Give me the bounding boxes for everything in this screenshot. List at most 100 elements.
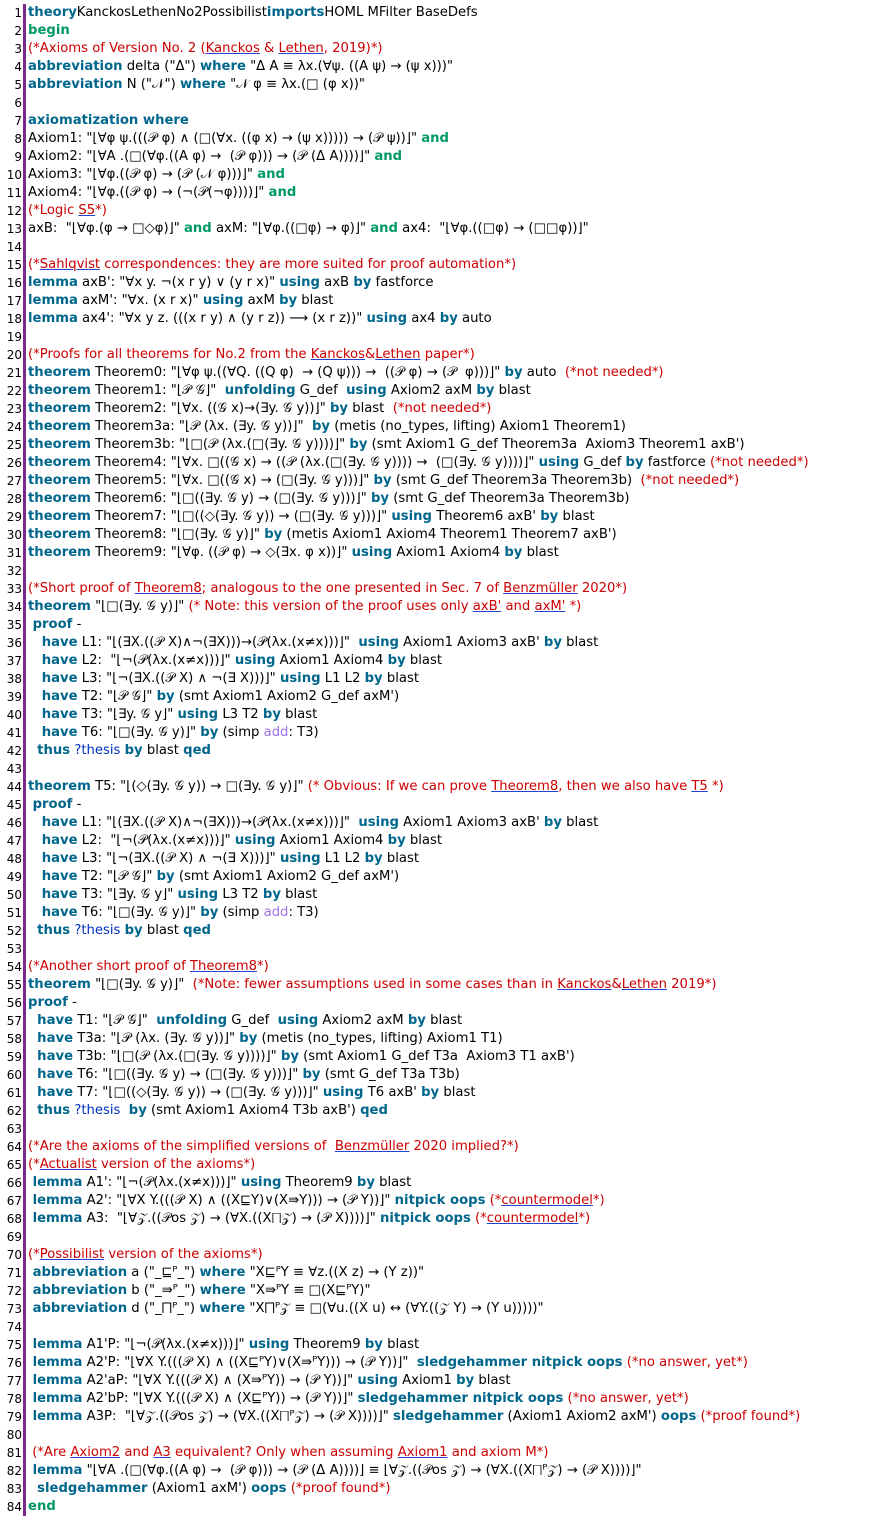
code-line[interactable]: 70 (*Possibilist version of the axioms*) <box>0 1246 882 1264</box>
line-text[interactable]: have T3b: "⌊□(𝒫 (λx.(□(∃y. 𝒢 y))))⌋" by … <box>28 1048 882 1066</box>
code-line[interactable]: 77 lemma A2'aP: "⌊∀X Y.(((𝒫 X) ∧ (X⇛ᴾY))… <box>0 1372 882 1390</box>
code-line[interactable]: 3 (*Axioms of Version No. 2 (Kanckos & Le… <box>0 40 882 58</box>
line-text[interactable]: lemma A2'bP: "⌊∀X Y.(((𝒫 X) ∧ (X⊑ᴾY)) → … <box>28 1390 882 1408</box>
code-line[interactable]: 45 proof - <box>0 796 882 814</box>
line-text[interactable]: abbreviation d ("_⨅ᴾ_") where "X⨅ᴾ𝒵 ≡ □(… <box>28 1300 882 1318</box>
line-text[interactable]: abbreviation delta ("Δ") where "Δ A ≡ λx… <box>28 58 882 76</box>
code-line[interactable]: 29 theorem Theorem7: "⌊□((◇(∃y. 𝒢 y)) → (… <box>0 508 882 526</box>
line-text[interactable]: lemma A2': "⌊∀X Y.(((𝒫 X) ∧ ((X⊑Y)∨(X⇛Y)… <box>28 1192 882 1210</box>
code-line[interactable]: 6 <box>0 94 882 112</box>
line-text[interactable]: (*Sahlqvist correspondences: they are mo… <box>28 256 882 274</box>
code-line[interactable]: 83 sledgehammer (Axiom1 axM') oops (*pro… <box>0 1480 882 1498</box>
code-line[interactable]: 55 theorem "⌊□(∃y. 𝒢 y)⌋" (*Note: fewer a… <box>0 976 882 994</box>
code-line[interactable]: 23 theorem Theorem2: "⌊∀x. ((𝒢 x)→(∃y. 𝒢 … <box>0 400 882 418</box>
line-text[interactable]: theorem "⌊□(∃y. 𝒢 y)⌋" (*Note: fewer ass… <box>28 976 882 994</box>
code-line[interactable]: 82 lemma "⌊∀A .(□(∀φ.((A φ) → (𝒫 φ))) → … <box>0 1462 882 1480</box>
line-text[interactable]: have T6: "⌊□(∃y. 𝒢 y)⌋" by (simp add: T3… <box>28 724 882 742</box>
line-text[interactable]: theorem Theorem0: "⌊∀φ ψ.((∀Q. ((Q φ) → … <box>28 364 882 382</box>
code-line[interactable]: 54 (*Another short proof of Theorem8*) <box>0 958 882 976</box>
line-text[interactable]: have T1: "⌊𝒫 𝒢⌋" unfolding G_def using A… <box>28 1012 882 1030</box>
code-line[interactable]: 36 have L1: "⌊(∃X.((𝒫 X)∧¬(∃X)))→(𝒫(λx.(… <box>0 634 882 652</box>
line-text[interactable]: proof - <box>28 616 882 634</box>
line-text[interactable]: theorem Theorem9: "⌊∀φ. ((𝒫 φ) → ◇(∃x. φ… <box>28 544 882 562</box>
code-line[interactable]: 27 theorem Theorem5: "⌊∀x. □((𝒢 x) → (□(∃… <box>0 472 882 490</box>
code-line[interactable]: 65 (*Actualist version of the axioms*) <box>0 1156 882 1174</box>
code-line[interactable]: 22 theorem Theorem1: "⌊𝒫 𝒢⌋" unfolding G_… <box>0 382 882 400</box>
code-line[interactable]: 46 have L1: "⌊(∃X.((𝒫 X)∧¬(∃X)))→(𝒫(λx.(… <box>0 814 882 832</box>
code-line[interactable]: 1 theoryKanckosLethenNo2Possibilistimport… <box>0 4 882 22</box>
line-text[interactable]: theorem Theorem2: "⌊∀x. ((𝒢 x)→(∃y. 𝒢 y)… <box>28 400 882 418</box>
code-line[interactable]: 17 lemma axM': "∀x. (x r x)" using axM by… <box>0 292 882 310</box>
code-line[interactable]: 20 (*Proofs for all theorems for No.2 fro… <box>0 346 882 364</box>
code-line[interactable]: 30 theorem Theorem8: "⌊□(∃y. 𝒢 y)⌋" by (m… <box>0 526 882 544</box>
line-text[interactable]: thus ?thesis by blast qed <box>28 742 882 760</box>
code-line[interactable]: 15 (*Sahlqvist correspondences: they are … <box>0 256 882 274</box>
line-text[interactable]: (*Proofs for all theorems for No.2 from … <box>28 346 882 364</box>
line-text[interactable]: sledgehammer (Axiom1 axM') oops (*proof … <box>28 1480 882 1498</box>
code-line[interactable]: 5 abbreviation N ("𝒩") where "𝒩 φ ≡ λx.(□… <box>0 76 882 94</box>
line-text[interactable]: lemma axM': "∀x. (x r x)" using axM by b… <box>28 292 882 310</box>
code-line[interactable]: 25 theorem Theorem3b: "⌊□(𝒫 (λx.(□(∃y. 𝒢 … <box>0 436 882 454</box>
line-text[interactable]: have T2: "⌊𝒫 𝒢⌋" by (smt Axiom1 Axiom2 G… <box>28 868 882 886</box>
line-text[interactable]: have T3: "⌊∃y. 𝒢 y⌋" using L3 T2 by blas… <box>28 706 882 724</box>
line-text[interactable]: (*Are Axiom2 and A3 equivalent? Only whe… <box>28 1444 882 1462</box>
line-text[interactable]: Axiom2: "⌊∀A .(□(∀φ.((A φ) → (𝒫 φ))) → (… <box>28 148 882 166</box>
line-text[interactable]: have L2: "⌊¬(𝒫(λx.(x≠x)))⌋" using Axiom1… <box>28 652 882 670</box>
code-line[interactable]: 16 lemma axB': "∀x y. ¬(x r y) ∨ (y r x)"… <box>0 274 882 292</box>
code-line[interactable]: 37 have L2: "⌊¬(𝒫(λx.(x≠x)))⌋" using Axi… <box>0 652 882 670</box>
code-line[interactable]: 28 theorem Theorem6: "⌊□((∃y. 𝒢 y) → (□(∃… <box>0 490 882 508</box>
line-text[interactable]: axB: "⌊∀φ.(φ → □◇φ)⌋" and axM: "⌊∀φ.((□φ… <box>28 220 882 238</box>
line-text[interactable]: abbreviation N ("𝒩") where "𝒩 φ ≡ λx.(□ … <box>28 76 882 94</box>
code-line[interactable]: 19 <box>0 328 882 346</box>
line-text[interactable]: abbreviation a ("_⊑ᴾ_") where "X⊑ᴾY ≡ ∀z… <box>28 1264 882 1282</box>
code-line[interactable]: 56 proof - <box>0 994 882 1012</box>
code-line[interactable]: 35 proof - <box>0 616 882 634</box>
code-line[interactable]: 11 Axiom4: "⌊∀φ.((𝒫 φ) → (¬(𝒫(¬φ))))⌋" an… <box>0 184 882 202</box>
line-text[interactable]: theorem "⌊□(∃y. 𝒢 y)⌋" (* Note: this ver… <box>28 598 882 616</box>
line-text[interactable]: lemma A2'aP: "⌊∀X Y.(((𝒫 X) ∧ (X⇛ᴾY)) → … <box>28 1372 882 1390</box>
line-text[interactable]: thus ?thesis by (smt Axiom1 Axiom4 T3b a… <box>28 1102 882 1120</box>
line-text[interactable]: Axiom1: "⌊∀φ ψ.(((𝒫 φ) ∧ (□(∀x. ((φ x) →… <box>28 130 882 148</box>
code-line[interactable]: 24 theorem Theorem3a: "⌊𝒫 (λx. (∃y. 𝒢 y))… <box>0 418 882 436</box>
line-text[interactable]: theoryKanckosLethenNo2Possibilistimports… <box>28 4 882 22</box>
line-text[interactable]: (*Another short proof of Theorem8*) <box>28 958 882 976</box>
code-line[interactable]: 34 theorem "⌊□(∃y. 𝒢 y)⌋" (* Note: this v… <box>0 598 882 616</box>
line-text[interactable]: have L2: "⌊¬(𝒫(λx.(x≠x)))⌋" using Axiom1… <box>28 832 882 850</box>
code-line[interactable]: 33 (*Short proof of Theorem8; analogous t… <box>0 580 882 598</box>
line-text[interactable]: theorem T5: "⌊(◇(∃y. 𝒢 y)) → □(∃y. 𝒢 y)⌋… <box>28 778 882 796</box>
code-line[interactable]: 69 <box>0 1228 882 1246</box>
code-line[interactable]: 44 theorem T5: "⌊(◇(∃y. 𝒢 y)) → □(∃y. 𝒢 y… <box>0 778 882 796</box>
code-line[interactable]: 49 have T2: "⌊𝒫 𝒢⌋" by (smt Axiom1 Axiom… <box>0 868 882 886</box>
line-text[interactable]: theorem Theorem3b: "⌊□(𝒫 (λx.(□(∃y. 𝒢 y)… <box>28 436 882 454</box>
code-line[interactable]: 62 thus ?thesis by (smt Axiom1 Axiom4 T3… <box>0 1102 882 1120</box>
code-line[interactable]: 13 axB: "⌊∀φ.(φ → □◇φ)⌋" and axM: "⌊∀φ.((… <box>0 220 882 238</box>
line-text[interactable]: axiomatization where <box>28 112 882 130</box>
line-text[interactable]: end <box>28 1498 882 1516</box>
line-text[interactable]: theorem Theorem7: "⌊□((◇(∃y. 𝒢 y)) → (□(… <box>28 508 882 526</box>
code-line[interactable]: 64 (*Are the axioms of the simplified ver… <box>0 1138 882 1156</box>
line-text[interactable]: theorem Theorem1: "⌊𝒫 𝒢⌋" unfolding G_de… <box>28 382 882 400</box>
line-text[interactable]: lemma A2'P: "⌊∀X Y.(((𝒫 X) ∧ ((X⊑ᴾY)∨(X⇛… <box>28 1354 882 1372</box>
code-line[interactable]: 73 abbreviation d ("_⨅ᴾ_") where "X⨅ᴾ𝒵 ≡… <box>0 1300 882 1318</box>
code-line[interactable]: 42 thus ?thesis by blast qed <box>0 742 882 760</box>
code-line[interactable]: 40 have T3: "⌊∃y. 𝒢 y⌋" using L3 T2 by b… <box>0 706 882 724</box>
line-text[interactable]: have T2: "⌊𝒫 𝒢⌋" by (smt Axiom1 Axiom2 G… <box>28 688 882 706</box>
line-text[interactable]: theorem Theorem6: "⌊□((∃y. 𝒢 y) → (□(∃y.… <box>28 490 882 508</box>
code-line[interactable]: 9 Axiom2: "⌊∀A .(□(∀φ.((A φ) → (𝒫 φ))) → … <box>0 148 882 166</box>
code-line[interactable]: 52 thus ?thesis by blast qed <box>0 922 882 940</box>
code-line[interactable]: 48 have L3: "⌊¬(∃X.((𝒫 X) ∧ ¬(∃ X)))⌋" u… <box>0 850 882 868</box>
code-line[interactable]: 59 have T3b: "⌊□(𝒫 (λx.(□(∃y. 𝒢 y))))⌋" … <box>0 1048 882 1066</box>
code-line[interactable]: 76 lemma A2'P: "⌊∀X Y.(((𝒫 X) ∧ ((X⊑ᴾY)∨… <box>0 1354 882 1372</box>
code-line[interactable]: 61 have T7: "⌊□((◇(∃y. 𝒢 y)) → (□(∃y. 𝒢 … <box>0 1084 882 1102</box>
code-line[interactable]: 8 Axiom1: "⌊∀φ ψ.(((𝒫 φ) ∧ (□(∀x. ((φ x) … <box>0 130 882 148</box>
code-line[interactable]: 7 axiomatization where <box>0 112 882 130</box>
line-text[interactable]: have T7: "⌊□((◇(∃y. 𝒢 y)) → (□(∃y. 𝒢 y))… <box>28 1084 882 1102</box>
line-text[interactable]: (*Axioms of Version No. 2 (Kanckos & Let… <box>28 40 882 58</box>
line-text[interactable]: (*Possibilist version of the axioms*) <box>28 1246 882 1264</box>
code-line[interactable]: 43 <box>0 760 882 778</box>
line-text[interactable]: begin <box>28 22 882 40</box>
line-text[interactable]: have L1: "⌊(∃X.((𝒫 X)∧¬(∃X)))→(𝒫(λx.(x≠x… <box>28 634 882 652</box>
code-line[interactable]: 47 have L2: "⌊¬(𝒫(λx.(x≠x)))⌋" using Axi… <box>0 832 882 850</box>
code-line[interactable]: 50 have T3: "⌊∃y. 𝒢 y⌋" using L3 T2 by b… <box>0 886 882 904</box>
line-text[interactable]: (*Short proof of Theorem8; analogous to … <box>28 580 882 598</box>
